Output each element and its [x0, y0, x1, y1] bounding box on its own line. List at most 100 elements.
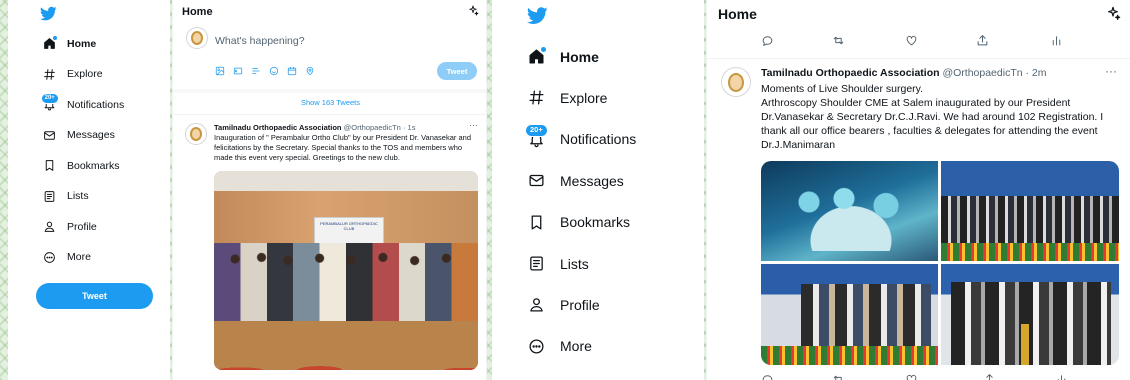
sidebar-item-explore[interactable]: Explore	[43, 68, 103, 81]
tweet-photo-stage[interactable]	[941, 161, 1119, 261]
home-unread-dot	[53, 36, 57, 40]
photo-ceiling	[214, 171, 478, 191]
tweet-text-line: Dr.J.Manimaran	[761, 139, 836, 151]
photo-people	[214, 243, 478, 323]
sidebar-item-lists[interactable]: Lists	[528, 255, 589, 272]
sidebar-item-label: Lists	[560, 255, 589, 272]
tweet-time[interactable]: · 1s	[403, 123, 416, 132]
home-icon	[43, 36, 57, 50]
tweet-author[interactable]: Tamilnadu Orthopaedic Association	[214, 123, 342, 132]
list-icon	[43, 190, 56, 203]
analytics-icon[interactable]	[1050, 34, 1063, 47]
sidebar-item-home[interactable]: Home	[528, 47, 599, 65]
sidebar-item-explore[interactable]: Explore	[528, 89, 607, 106]
tweet-time[interactable]: · 2m	[1026, 67, 1047, 79]
reply-icon[interactable]	[761, 373, 774, 380]
sidebar-item-more[interactable]: More	[43, 251, 91, 264]
tweet-avatar[interactable]	[185, 123, 207, 145]
tweet-header: Tamilnadu Orthopaedic Association @Ortho…	[761, 67, 1047, 79]
sidebar-item-label: Explore	[67, 68, 103, 80]
left-sidebar: Home Explore 20+ Notifications Messages Bookm…	[8, 0, 170, 380]
sidebar-item-bookmarks[interactable]: Bookmarks	[43, 159, 120, 172]
bell-icon: 20+	[525, 124, 548, 148]
tweet-more-icon[interactable]: ···	[469, 120, 478, 130]
location-icon[interactable]	[305, 66, 315, 76]
tweet-author[interactable]: Tamilnadu Orthopaedic Association	[761, 67, 940, 79]
tweet-photo-inauguration[interactable]	[941, 264, 1119, 365]
tweet-handle[interactable]: @OrthopaedicTn	[344, 123, 401, 132]
poll-icon[interactable]	[251, 66, 261, 76]
photo-banner-text: PERAMBALUR ORTHOPAEDIC CLUB	[320, 221, 378, 231]
sidebar-item-label: Profile	[67, 220, 97, 233]
like-icon[interactable]	[905, 373, 918, 380]
tweet-text-line: Arthroscopy Shoulder CME at Salem inaugu…	[761, 97, 1071, 109]
compose-tweet-button[interactable]: Tweet	[437, 62, 477, 80]
emoji-icon[interactable]	[269, 66, 279, 76]
tweet-avatar[interactable]	[721, 67, 751, 97]
show-tweets-link[interactable]: Show 163 Tweets	[173, 98, 486, 107]
sidebar-item-more[interactable]: More	[528, 338, 592, 355]
sidebar-item-label: Notifications	[67, 98, 125, 111]
analytics-icon[interactable]	[1055, 373, 1068, 380]
sidebar-item-label: Messages	[67, 129, 115, 141]
compose-avatar[interactable]	[186, 27, 208, 49]
sidebar-item-messages[interactable]: Messages	[528, 172, 624, 189]
sidebar-item-label: Messages	[560, 172, 624, 189]
tweet-button-label: Tweet	[82, 291, 107, 301]
tweet-handle[interactable]: @OrthopaedicTn	[942, 67, 1022, 79]
tweet-button[interactable]: Tweet	[36, 283, 153, 309]
photo-lamp	[1021, 324, 1029, 365]
share-icon[interactable]	[976, 34, 989, 47]
more-circle-icon	[528, 338, 545, 355]
sparkle-icon[interactable]	[467, 5, 479, 17]
retweet-icon[interactable]	[832, 34, 845, 47]
sidebar-item-label: Notifications	[560, 131, 637, 148]
tweet-photo-grid	[761, 161, 1119, 365]
bookmark-icon	[528, 214, 545, 231]
tweet-text: Moments of Live Shoulder surgery. Arthro…	[761, 82, 1121, 152]
tweet-photo[interactable]: PERAMBALUR ORTHOPAEDIC CLUB	[214, 171, 478, 370]
share-icon[interactable]	[983, 373, 996, 380]
sidebar-item-profile[interactable]: Profile	[43, 220, 97, 233]
page-title: Home	[182, 6, 213, 18]
tweet-header: Tamilnadu Orthopaedic Association @Ortho…	[214, 123, 415, 132]
tweet-text: Inauguration of " Perambalur Ortho Club"…	[214, 133, 471, 162]
photo-surgeons	[781, 181, 921, 251]
tweet-actions	[761, 373, 1066, 380]
sidebar-item-messages[interactable]: Messages	[43, 129, 115, 142]
sidebar-item-profile[interactable]: Profile	[528, 296, 600, 313]
sidebar-item-bookmarks[interactable]: Bookmarks	[528, 214, 630, 231]
twitter-logo-icon[interactable]	[527, 5, 548, 26]
image-icon[interactable]	[215, 66, 225, 76]
sidebar-item-home[interactable]: Home	[43, 36, 96, 50]
twitter-logo-icon[interactable]	[40, 5, 57, 22]
sparkle-icon[interactable]	[1105, 6, 1121, 22]
sidebar-item-notifications[interactable]: 20+ Notifications	[40, 92, 125, 111]
tweet-photo-surgery[interactable]	[761, 161, 938, 261]
bookmark-icon	[43, 159, 56, 172]
home-unread-dot	[541, 47, 546, 52]
photo-people	[951, 282, 1111, 365]
sidebar-item-label: More	[560, 338, 592, 355]
more-circle-icon	[43, 251, 56, 264]
notification-count-badge: 20+	[40, 92, 59, 104]
tweet-more-icon[interactable]: ···	[1105, 64, 1117, 78]
sidebar-item-lists[interactable]: Lists	[43, 190, 89, 203]
person-icon	[43, 220, 56, 233]
tweet-photo-lamp-lighting[interactable]	[761, 264, 938, 365]
schedule-icon[interactable]	[287, 66, 297, 76]
notification-count-badge: 20+	[525, 124, 548, 137]
gif-icon[interactable]	[233, 66, 243, 76]
reply-icon[interactable]	[761, 34, 774, 47]
tweet-text-line: Dr.Vanasekar & Secretary Dr.C.J.Ravi. We…	[761, 111, 1104, 123]
tweet-text-line: Moments of Live Shoulder surgery.	[761, 83, 924, 95]
sidebar-item-notifications[interactable]: 20+ Notifications	[525, 124, 637, 148]
hashtag-icon	[528, 89, 545, 106]
envelope-icon	[43, 129, 56, 142]
right-timeline: Home Tamilnadu Orthopaedic Association @…	[706, 0, 1130, 380]
page-title: Home	[718, 6, 757, 22]
compose-input[interactable]: What's happening?	[215, 35, 305, 47]
like-icon[interactable]	[905, 34, 918, 47]
retweet-icon[interactable]	[832, 373, 845, 380]
home-icon	[528, 47, 546, 65]
